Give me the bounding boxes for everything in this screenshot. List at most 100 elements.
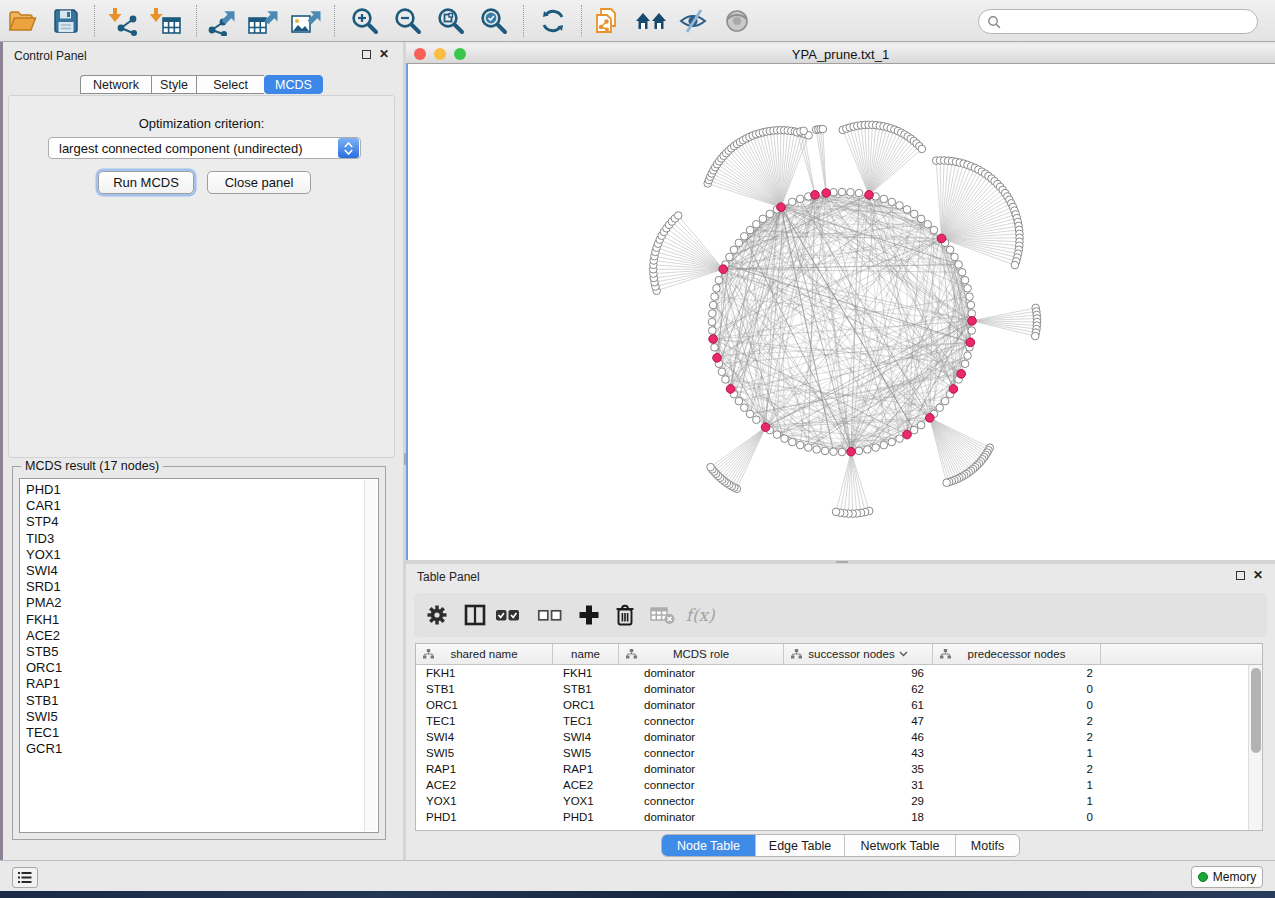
ring-node[interactable]: [796, 195, 804, 203]
deselect-all-button[interactable]: [534, 600, 566, 630]
result-node[interactable]: STB5: [26, 644, 378, 660]
ring-node[interactable]: [896, 202, 904, 210]
column-visibility-button[interactable]: [459, 600, 491, 630]
result-node[interactable]: TID3: [26, 531, 378, 547]
mcds-hub-node[interactable]: [847, 447, 856, 456]
select-all-button[interactable]: [492, 600, 524, 630]
close-panel-button[interactable]: Close panel: [207, 171, 311, 194]
ring-node[interactable]: [788, 438, 796, 446]
ring-node[interactable]: [864, 446, 872, 454]
mcds-hub-node[interactable]: [709, 335, 718, 344]
ring-node[interactable]: [759, 215, 767, 223]
mcds-hub-node[interactable]: [865, 191, 874, 200]
cell[interactable]: 0: [933, 697, 1101, 713]
result-node[interactable]: RAP1: [26, 676, 378, 692]
zoom-out-button[interactable]: [391, 4, 425, 38]
refresh-button[interactable]: [536, 4, 570, 38]
cell[interactable]: STB1: [553, 681, 619, 697]
table-row[interactable]: TEC1TEC1connector472: [416, 713, 1262, 729]
cell[interactable]: dominator: [619, 761, 784, 777]
cell[interactable]: 46: [784, 729, 933, 745]
export-network-button[interactable]: [203, 4, 237, 38]
cell[interactable]: ACE2: [553, 777, 619, 793]
ring-node[interactable]: [917, 215, 925, 223]
ring-node[interactable]: [917, 421, 925, 429]
table-row[interactable]: ORC1ORC1dominator610: [416, 697, 1262, 713]
result-node[interactable]: SWI4: [26, 563, 378, 579]
cell[interactable]: YOX1: [553, 793, 619, 809]
cell[interactable]: 1: [933, 745, 1101, 761]
cell[interactable]: STB1: [416, 681, 553, 697]
import-table-button[interactable]: [149, 4, 183, 38]
result-node[interactable]: GCR1: [26, 741, 378, 757]
ring-node[interactable]: [968, 327, 976, 335]
cell[interactable]: 31: [784, 777, 933, 793]
cell[interactable]: connector: [619, 745, 784, 761]
cell[interactable]: 62: [784, 681, 933, 697]
column-header-predecessor-nodes[interactable]: predecessor nodes: [933, 644, 1101, 664]
ring-node[interactable]: [903, 206, 911, 214]
cell[interactable]: dominator: [619, 809, 784, 825]
ring-node[interactable]: [880, 195, 888, 203]
mcds-hub-node[interactable]: [957, 370, 966, 379]
delete-column-button[interactable]: [609, 600, 641, 630]
run-mcds-button[interactable]: Run MCDS: [98, 171, 194, 194]
ring-node[interactable]: [855, 447, 863, 455]
ring-node[interactable]: [961, 360, 969, 368]
result-node[interactable]: STB1: [26, 693, 378, 709]
float-panel-icon[interactable]: [362, 50, 371, 59]
ring-node[interactable]: [941, 397, 949, 405]
cell[interactable]: YOX1: [416, 793, 553, 809]
mcds-hub-node[interactable]: [966, 338, 975, 347]
search-field[interactable]: [978, 9, 1258, 34]
column-header-name[interactable]: name: [553, 644, 619, 664]
cell[interactable]: dominator: [619, 681, 784, 697]
result-node[interactable]: PHD1: [26, 482, 378, 498]
tab-style[interactable]: Style: [151, 75, 196, 94]
cell[interactable]: ORC1: [416, 697, 553, 713]
cell[interactable]: RAP1: [553, 761, 619, 777]
ring-node[interactable]: [821, 447, 829, 455]
leaf-node[interactable]: [1031, 332, 1039, 340]
tab-network[interactable]: Network: [80, 75, 151, 94]
close-panel-icon[interactable]: ✕: [379, 49, 389, 59]
cell[interactable]: dominator: [619, 665, 784, 681]
ring-node[interactable]: [788, 198, 796, 206]
result-node[interactable]: CAR1: [26, 498, 378, 514]
ring-node[interactable]: [855, 189, 863, 197]
result-scrollbar[interactable]: [364, 480, 377, 831]
result-node[interactable]: TEC1: [26, 725, 378, 741]
cell[interactable]: 2: [933, 729, 1101, 745]
ring-node[interactable]: [766, 210, 774, 218]
open-folder-button[interactable]: [5, 4, 39, 38]
table-tab-edge-table[interactable]: Edge Table: [756, 835, 845, 856]
ring-node[interactable]: [746, 226, 754, 234]
optimization-criterion-select[interactable]: largest connected component (undirected): [48, 137, 361, 159]
ring-node[interactable]: [752, 220, 760, 228]
mcds-hub-node[interactable]: [926, 414, 935, 423]
result-node[interactable]: STP4: [26, 514, 378, 530]
ring-node[interactable]: [722, 376, 730, 384]
result-node[interactable]: YOX1: [26, 547, 378, 563]
ring-node[interactable]: [896, 435, 904, 443]
ring-node[interactable]: [955, 261, 963, 269]
cell[interactable]: 2: [933, 665, 1101, 681]
export-table-button[interactable]: [246, 4, 280, 38]
table-tab-network-table[interactable]: Network Table: [845, 835, 956, 856]
ring-node[interactable]: [796, 441, 804, 449]
network-window-titlebar[interactable]: YPA_prune.txt_1: [406, 44, 1275, 64]
task-history-button[interactable]: [12, 867, 38, 888]
ring-node[interactable]: [838, 188, 846, 196]
table-tab-motifs[interactable]: Motifs: [956, 835, 1019, 856]
cell[interactable]: TEC1: [416, 713, 553, 729]
ring-node[interactable]: [730, 246, 738, 254]
ring-node[interactable]: [830, 448, 838, 456]
zoom-selected-button[interactable]: [477, 4, 511, 38]
mcds-hub-node[interactable]: [937, 234, 946, 243]
ring-node[interactable]: [966, 293, 974, 301]
mcds-hub-node[interactable]: [968, 317, 977, 326]
cell[interactable]: ACE2: [416, 777, 553, 793]
ring-node[interactable]: [713, 285, 721, 293]
ring-node[interactable]: [711, 293, 719, 301]
result-node[interactable]: FKH1: [26, 612, 378, 628]
